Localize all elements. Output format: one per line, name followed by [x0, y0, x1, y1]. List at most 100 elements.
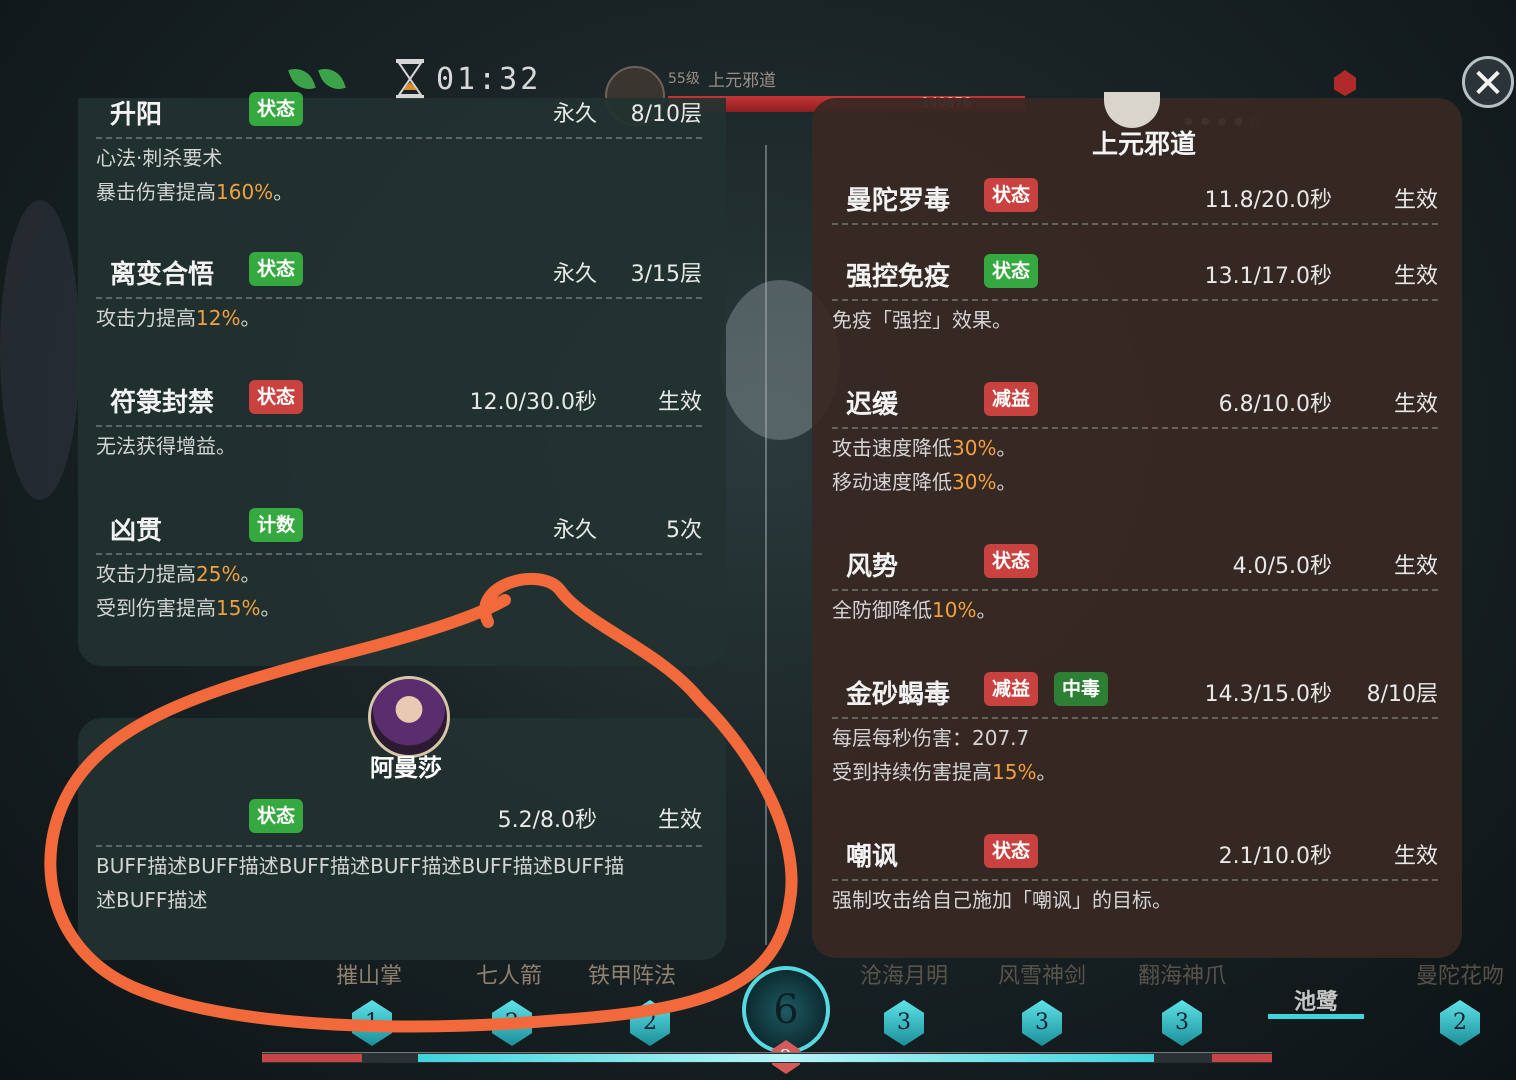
buff-name: 迟缓 [846, 390, 899, 420]
desc-text: 受到持续伤害提高 [832, 760, 992, 784]
background-figure [0, 200, 80, 500]
buff-status: 生效 [1393, 554, 1438, 579]
divider-line [96, 553, 702, 555]
buff-status: 5次 [666, 518, 702, 543]
buff-name: 强控免疫 [846, 262, 951, 292]
buff-description: 述BUFF描述 [96, 888, 208, 912]
desc-highlight: 160% [216, 180, 274, 204]
hourglass-icon [396, 59, 424, 99]
buff-duration: 永久 [552, 102, 597, 127]
skill-name: 风雪神剑 [998, 964, 1087, 989]
desc-text: 暴击伤害提高 [96, 180, 216, 204]
desc-highlight: 15% [992, 760, 1037, 784]
desc-text: 。 [240, 306, 261, 330]
buff-tag: 状态 [249, 380, 304, 414]
buff-description: 每层每秒伤害：207.7 [832, 721, 1029, 755]
skill-name: 沧海月明 [860, 964, 949, 989]
buff-tag: 计数 [249, 508, 304, 542]
desc-text: 。 [976, 598, 997, 622]
desc-highlight: 12% [196, 306, 241, 330]
buff-description: 移动速度降低30%。 [832, 465, 1016, 499]
buff-name: 凶贯 [110, 516, 163, 546]
buff-duration: 4.0/5.0秒 [1232, 554, 1332, 579]
buff-name: 嘲讽 [846, 842, 899, 872]
buff-tag: 状态 [249, 799, 304, 833]
desc-text: 受到伤害提高 [96, 596, 216, 620]
buff-status: 8/10层 [1366, 682, 1438, 707]
buff-description: 强制攻击给自己施加「嘲讽」的目标。 [832, 883, 1172, 917]
desc-text: 每层每秒伤害：207.7 [832, 726, 1030, 750]
desc-highlight: 30% [952, 436, 997, 460]
buff-duration: 永久 [552, 518, 597, 543]
buff-duration: 14.3/15.0秒 [1204, 682, 1332, 707]
divider-line [96, 137, 702, 139]
buff-description: 受到伤害提高15%。 [96, 591, 280, 625]
buff-tag: 状态 [984, 544, 1039, 578]
divider-line [832, 717, 1438, 719]
top-hud: 01:32 55级 上元邪道 140876 ●●●●○ [0, 28, 1516, 127]
desc-highlight: 15% [216, 596, 261, 620]
buff-status: 生效 [1393, 188, 1438, 213]
desc-text: 。 [1036, 760, 1057, 784]
boss-title: 上元邪道 [708, 71, 776, 91]
buff-description: 无法获得增益。 [96, 429, 236, 463]
divider-line [832, 879, 1438, 881]
buff-name: 曼陀罗毒 [846, 186, 951, 216]
divider-line [832, 427, 1438, 429]
buff-name: 符箓封禁 [110, 388, 215, 418]
buff-duration: 6.8/10.0秒 [1218, 392, 1332, 417]
buff-duration: 13.1/17.0秒 [1204, 264, 1332, 289]
desc-highlight: 25% [196, 562, 241, 586]
buff-tag: 减益 [984, 672, 1039, 706]
desc-highlight: 30% [952, 470, 997, 494]
buff-duration: 永久 [552, 262, 597, 287]
leaf-icon [318, 63, 346, 95]
desc-text: 免疫「强控」效果。 [832, 308, 1012, 332]
selected-indicator [1268, 1014, 1364, 1019]
selected-character-name[interactable]: 池鹭 [1294, 984, 1338, 1016]
boss-marker-icon [1334, 70, 1356, 96]
boss-buff-panel[interactable] [812, 98, 1462, 958]
buff-description: 免疫「强控」效果。 [832, 303, 1012, 337]
buff-status: 3/15层 [630, 262, 702, 287]
energy-track [262, 1052, 1272, 1063]
desc-text: 移动速度降低 [832, 470, 952, 494]
character-name: 阿曼莎 [370, 753, 442, 782]
divider-line [832, 223, 1438, 225]
desc-text: 。 [240, 562, 261, 586]
track-left-fill [262, 1054, 362, 1062]
desc-text: 强制攻击给自己施加「嘲讽」的目标。 [832, 888, 1172, 912]
battle-timer: 01:32 [436, 62, 542, 97]
desc-text: 。 [996, 470, 1017, 494]
divider-line [96, 845, 702, 847]
buff-name: 升阳 [110, 100, 163, 130]
close-button[interactable]: ✕ [1462, 56, 1514, 108]
buff-tag: 状态 [249, 252, 304, 286]
desc-text: 攻击速度降低 [832, 436, 952, 460]
buff-description: 暴击伤害提高160%。 [96, 175, 293, 209]
buff-description: 心法·刺杀要术 [96, 141, 222, 175]
buff-status: 生效 [657, 390, 702, 415]
skill-name: 摧山掌 [336, 964, 403, 989]
divider-line [832, 589, 1438, 591]
buff-description: BUFF描述BUFF描述BUFF描述BUFF描述BUFF描述BUFF描 [96, 854, 625, 878]
skill-name: 曼陀花吻 [1416, 964, 1505, 989]
desc-text: 攻击力提高 [96, 306, 196, 330]
desc-text: 心法·刺杀要术 [96, 146, 223, 170]
buff-description: 受到持续伤害提高15%。 [832, 755, 1056, 789]
leaf-icon [288, 63, 316, 95]
character-avatar[interactable] [368, 676, 450, 758]
buff-status: 生效 [1393, 392, 1438, 417]
desc-text: 无法获得增益。 [96, 434, 236, 458]
buff-duration: 2.1/10.0秒 [1218, 844, 1332, 869]
buff-description: 全防御降低10%。 [832, 593, 996, 627]
buff-status: 8/10层 [630, 102, 702, 127]
buff-tag: 状态 [984, 834, 1039, 868]
panel-divider [765, 145, 767, 945]
skill-name: 翻海神爪 [1138, 964, 1227, 989]
buff-description: 攻击力提高12%。 [96, 301, 260, 335]
skill-name: 铁甲阵法 [588, 964, 677, 989]
buff-tag: 减益 [984, 382, 1039, 416]
buff-tag: 状态 [249, 92, 304, 126]
buff-duration: 11.8/20.0秒 [1204, 188, 1332, 213]
